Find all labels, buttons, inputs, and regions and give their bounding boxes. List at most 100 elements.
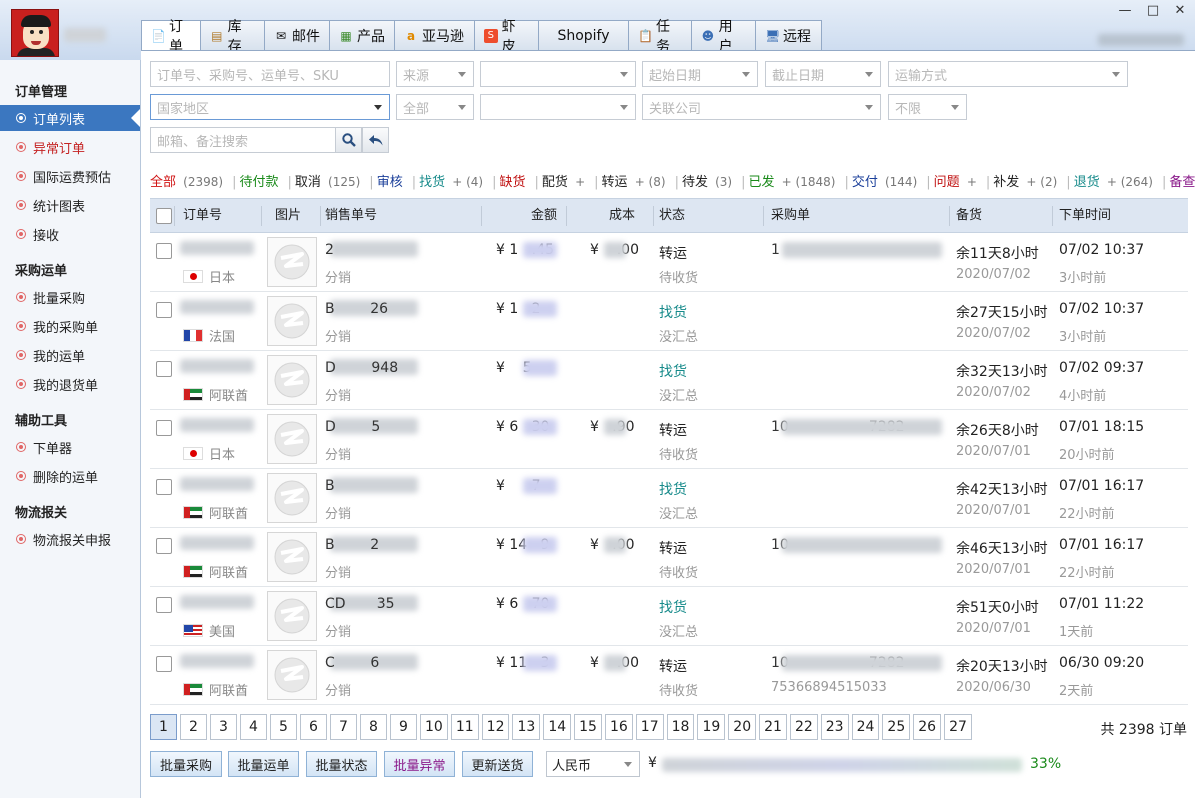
filter-7[interactable]: 转运 + (8) <box>602 175 669 190</box>
minimize-icon[interactable]: — <box>1117 4 1133 18</box>
page-3-button[interactable]: 3 <box>210 714 237 740</box>
page-12-button[interactable]: 12 <box>481 714 510 740</box>
store-select[interactable] <box>480 61 636 87</box>
tab-amazon[interactable]: a 亚马逊 <box>394 20 475 50</box>
product-image[interactable] <box>267 296 317 346</box>
update-delivery-button[interactable]: 更新送货 <box>462 751 533 777</box>
company-select[interactable]: 关联公司 <box>642 94 881 120</box>
page-17-button[interactable]: 17 <box>635 714 664 740</box>
page-11-button[interactable]: 11 <box>450 714 479 740</box>
page-18-button[interactable]: 18 <box>666 714 695 740</box>
page-5-button[interactable]: 5 <box>270 714 297 740</box>
page-24-button[interactable]: 24 <box>851 714 880 740</box>
close-icon[interactable]: ✕ <box>1172 4 1188 18</box>
filter-13[interactable]: 退货 + (264) <box>1074 175 1156 190</box>
page-13-button[interactable]: 13 <box>512 714 541 740</box>
product-image[interactable] <box>267 591 317 641</box>
table-row[interactable]: 阿联酋 D 948 分销 ¥ 5 找货 没汇总 余32天13小时 2020/07/02 07/0… <box>150 351 1188 410</box>
sidebar-item-my-returns[interactable]: 我的退货单 <box>0 371 140 397</box>
table-row[interactable]: 阿联酋C 6分销¥ 11 3¥ .00转运待收货10 7282753668945… <box>150 646 1188 705</box>
order-search-input[interactable]: 订单号、采购号、运单号、SKU <box>150 61 390 87</box>
product-image[interactable] <box>267 414 317 464</box>
product-image[interactable] <box>267 650 317 700</box>
row-checkbox[interactable] <box>156 479 172 495</box>
email-note-search-input[interactable]: 邮箱、备注搜索 <box>150 127 337 153</box>
tab-products[interactable]: ▦ 产品 <box>329 20 395 50</box>
product-image[interactable] <box>267 355 317 405</box>
sidebar-item-exception-orders[interactable]: 异常订单 <box>0 134 140 160</box>
all-select[interactable]: 全部 <box>396 94 474 120</box>
tab-users[interactable]: ☻ 用户 <box>691 19 756 55</box>
col-order-no[interactable]: 订单号 <box>183 199 222 232</box>
page-4-button[interactable]: 4 <box>240 714 267 740</box>
search-button[interactable] <box>335 127 362 153</box>
row-checkbox[interactable] <box>156 420 172 436</box>
page-19-button[interactable]: 19 <box>697 714 726 740</box>
country-select[interactable]: 国家地区 <box>150 94 390 120</box>
sidebar-item-order-list[interactable]: 订单列表 <box>0 105 140 131</box>
sidebar-item-my-purchase[interactable]: 我的采购单 <box>0 313 140 339</box>
source-select[interactable]: 来源 <box>396 61 474 87</box>
currency-select[interactable]: 人民币 <box>546 751 640 777</box>
table-row[interactable]: 日本2分销¥ 1 .45¥ .00转运待收货1余11天8小时2020/07/02… <box>150 233 1188 292</box>
maximize-icon[interactable]: □ <box>1145 4 1161 18</box>
product-image[interactable] <box>267 473 317 523</box>
tab-remote[interactable]: 🖥 远程 <box>755 20 822 50</box>
table-row[interactable]: 美国CD 35分销¥ 6 70找货没汇总余51天0小时2020/07/0107/… <box>150 587 1188 646</box>
page-23-button[interactable]: 23 <box>820 714 849 740</box>
col-order-time[interactable]: 下单时间 <box>1059 199 1111 232</box>
page-8-button[interactable]: 8 <box>360 714 387 740</box>
page-27-button[interactable]: 27 <box>944 714 972 740</box>
filter-10[interactable]: 交付 (144) <box>852 175 920 190</box>
row-checkbox[interactable] <box>156 361 172 377</box>
col-cost[interactable]: 成本 <box>609 199 635 232</box>
filter-8[interactable]: 待发 (3) <box>682 175 735 190</box>
row-checkbox[interactable] <box>156 597 172 613</box>
page-1-button[interactable]: 1 <box>150 714 177 740</box>
page-7-button[interactable]: 7 <box>330 714 357 740</box>
filter-3[interactable]: 审核 <box>377 175 406 190</box>
tab-mail[interactable]: ✉ 邮件 <box>264 20 330 50</box>
page-22-button[interactable]: 22 <box>789 714 818 740</box>
shipping-method-select[interactable]: 运输方式 <box>888 61 1128 87</box>
row-checkbox[interactable] <box>156 538 172 554</box>
tab-tasks[interactable]: 📋 任务 <box>628 19 692 55</box>
filter-12[interactable]: 补发 + (2) <box>993 175 1060 190</box>
batch-status-button[interactable]: 批量状态 <box>306 751 377 777</box>
start-date-select[interactable]: 起始日期 <box>642 61 758 87</box>
tab-shopify[interactable]: Shopify <box>538 20 629 50</box>
table-row[interactable]: 日本D 5分销¥ 6 30¥ .90转运待收货10 7282余26天8小时202… <box>150 410 1188 469</box>
end-date-select[interactable]: 截止日期 <box>765 61 881 87</box>
filter-2[interactable]: 取消 (125) <box>295 175 363 190</box>
table-row[interactable]: 阿联酋 B 分销 ¥ 7 找货 没汇总 余42天13小时 2020/07/01 07/01 16… <box>150 469 1188 528</box>
page-26-button[interactable]: 26 <box>913 714 942 740</box>
reset-button[interactable] <box>362 127 389 153</box>
page-15-button[interactable]: 15 <box>574 714 602 740</box>
sidebar-item-customs-declaration[interactable]: 物流报关申报 <box>0 526 140 552</box>
filter-9[interactable]: 已发 + (1848) <box>749 175 839 190</box>
sidebar-item-deleted-waybills[interactable]: 删除的运单 <box>0 463 140 489</box>
select-all-checkbox[interactable] <box>156 208 172 224</box>
sidebar-item-order-tool[interactable]: 下单器 <box>0 434 140 460</box>
table-row[interactable]: 法国 B 26 分销 ¥ 1 2 找货 没汇总 余27天15小时 2020/07/02 07/0… <box>150 292 1188 351</box>
avatar[interactable] <box>11 9 59 57</box>
filter-1[interactable]: 待付款 <box>239 175 281 190</box>
filter-4[interactable]: 找货 + (4) <box>419 175 486 190</box>
page-20-button[interactable]: 20 <box>728 714 757 740</box>
filter-0[interactable]: 全部 (2398) <box>150 175 226 190</box>
col-purchase[interactable]: 采购单 <box>771 199 810 232</box>
tab-inventory[interactable]: ▤ 库存 <box>200 19 265 55</box>
batch-purchase-button[interactable]: 批量采购 <box>150 751 222 777</box>
filter-11[interactable]: 问题 + <box>934 175 980 190</box>
page-6-button[interactable]: 6 <box>300 714 327 740</box>
filter-5[interactable]: 缺货 <box>500 175 529 190</box>
batch-exception-button[interactable]: 批量异常 <box>384 751 455 777</box>
page-21-button[interactable]: 21 <box>759 714 787 740</box>
filter-6[interactable]: 配货 + <box>542 175 588 190</box>
col-amount[interactable]: 金额 <box>531 199 557 232</box>
page-2-button[interactable]: 2 <box>180 714 207 740</box>
sidebar-item-batch-purchase[interactable]: 批量采购 <box>0 284 140 310</box>
sidebar-item-statistics[interactable]: 统计图表 <box>0 192 140 218</box>
page-9-button[interactable]: 9 <box>390 714 417 740</box>
sidebar-item-my-waybill[interactable]: 我的运单 <box>0 342 140 368</box>
